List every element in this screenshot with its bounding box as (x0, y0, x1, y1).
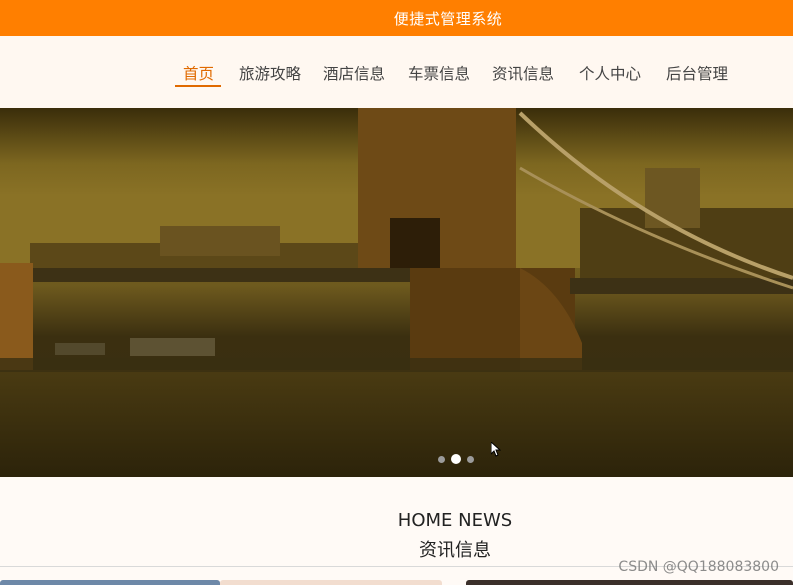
tower-bridge-image (0, 108, 793, 477)
watermark-text: CSDN @QQ188083800 (618, 559, 779, 575)
nav-item-admin[interactable]: 后台管理 (666, 62, 728, 88)
carousel-dot-2[interactable] (451, 454, 461, 464)
section-title-en: HOME NEWS (397, 510, 513, 531)
carousel-pagination (438, 454, 474, 464)
carousel-dot-3[interactable] (467, 455, 474, 463)
main-nav: 首页 旅游攻略 酒店信息 车票信息 资讯信息 个人中心 后台管理 (0, 36, 793, 108)
nav-item-travel-guide[interactable]: 旅游攻略 (239, 62, 301, 88)
nav-item-ticket-info[interactable]: 车票信息 (408, 62, 470, 88)
carousel-dot-1[interactable] (438, 455, 445, 463)
site-title: 便捷式管理系统 (393, 9, 503, 28)
nav-item-personal-center[interactable]: 个人中心 (579, 62, 641, 88)
news-card-1[interactable] (0, 580, 220, 585)
mouse-cursor-icon (491, 442, 501, 457)
news-card-3[interactable] (466, 580, 793, 585)
news-card-2[interactable] (220, 580, 442, 585)
nav-item-hotel-info[interactable]: 酒店信息 (323, 62, 385, 88)
top-title-bar: 便捷式管理系统 (0, 0, 793, 36)
nav-active-indicator (175, 85, 221, 87)
carousel-banner[interactable] (0, 108, 793, 477)
nav-item-news-info[interactable]: 资讯信息 (492, 62, 554, 88)
